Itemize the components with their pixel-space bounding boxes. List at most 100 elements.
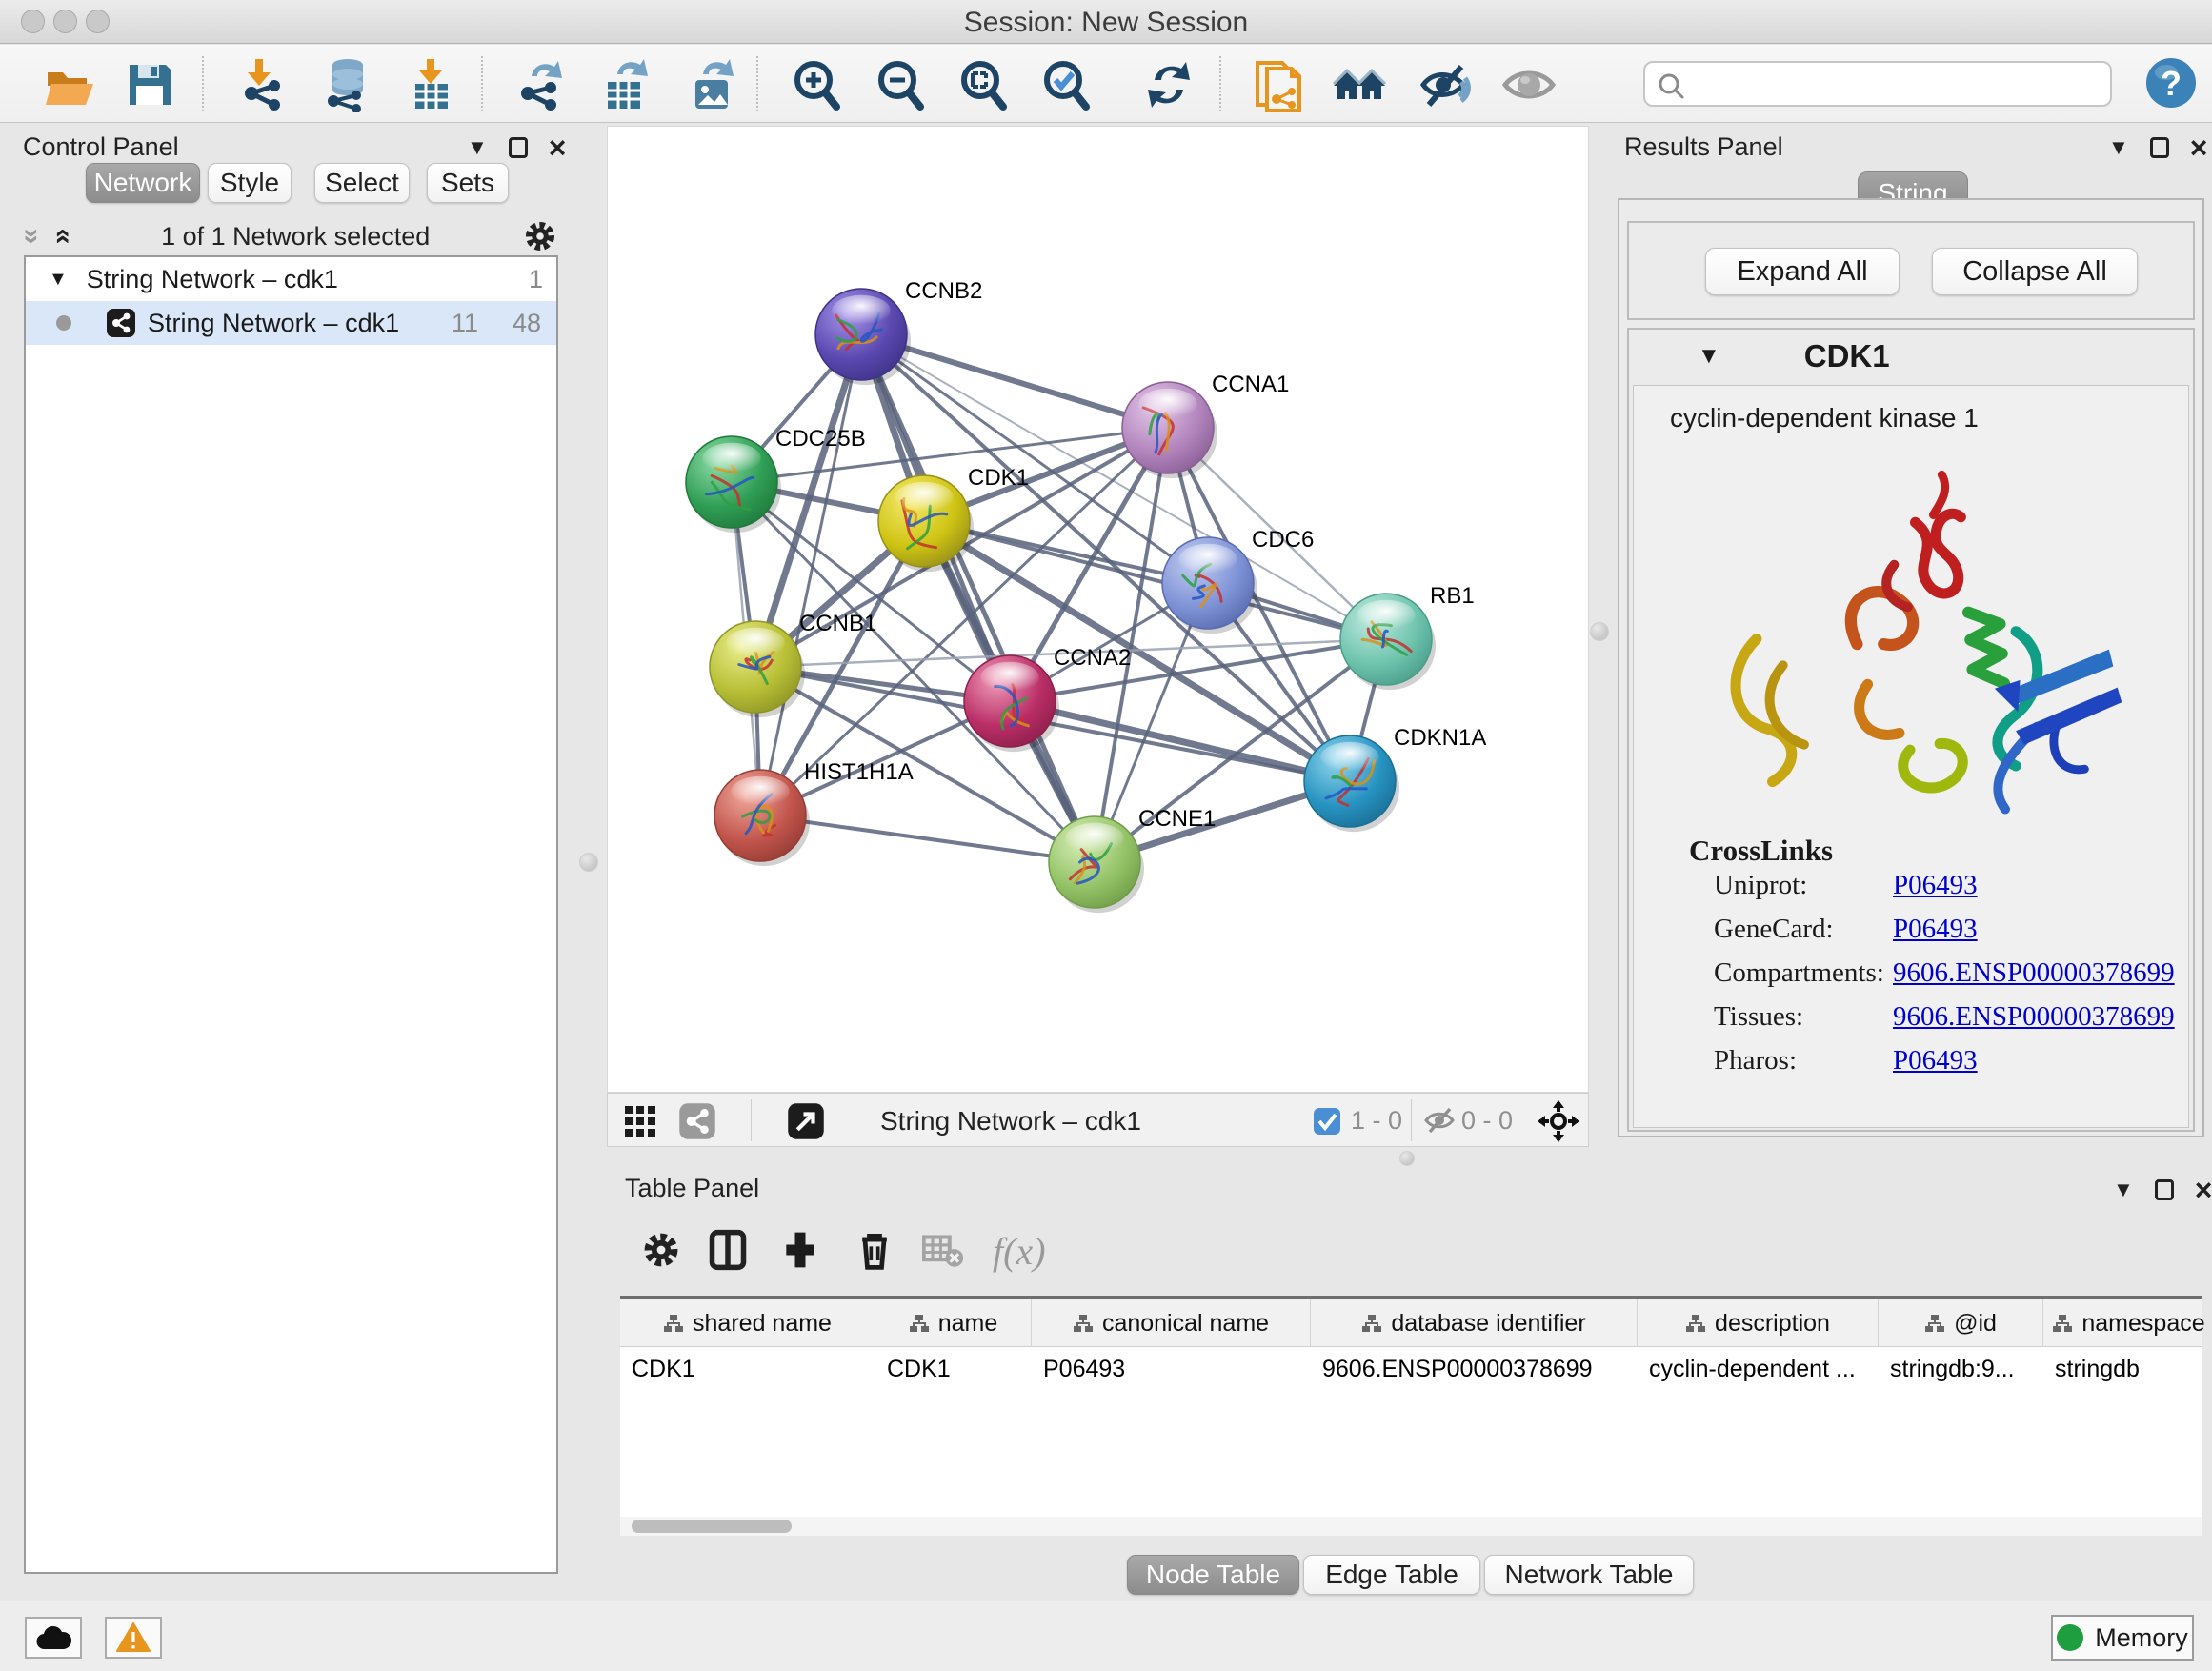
network-collection-row[interactable]: ▼ String Network – cdk1 1 xyxy=(26,257,556,301)
right-splitter-handle[interactable] xyxy=(1590,622,1609,641)
network-selected-status: 1 of 1 Network selected xyxy=(69,222,522,252)
export-image-icon[interactable] xyxy=(686,57,741,112)
column-header-description[interactable]: description xyxy=(1638,1299,1879,1347)
network-node-CCNA2 xyxy=(964,655,1059,752)
results-panel-float-icon[interactable] xyxy=(2150,137,2169,158)
zoom-out-icon[interactable] xyxy=(873,57,928,112)
left-splitter-handle[interactable] xyxy=(579,853,598,872)
column-header-name[interactable]: name xyxy=(875,1299,1032,1347)
expand-all-networks-icon[interactable]: » xyxy=(45,229,77,245)
column-header-namespace[interactable]: namespace xyxy=(2043,1299,2212,1347)
show-graphics-eye-icon[interactable] xyxy=(1501,57,1557,112)
table-cell[interactable]: cyclin-dependent ... xyxy=(1638,1347,1879,1391)
node-table[interactable]: shared namenamecanonical namedatabase id… xyxy=(620,1296,2202,1536)
table-options-gear-icon[interactable] xyxy=(640,1227,682,1273)
save-session-icon[interactable] xyxy=(122,57,177,112)
tab-sets[interactable]: Sets xyxy=(427,163,509,203)
show-columns-icon[interactable] xyxy=(707,1227,749,1273)
string-document-icon[interactable] xyxy=(1254,57,1309,112)
export-network-icon[interactable] xyxy=(513,57,568,112)
column-type-icon xyxy=(663,1313,684,1334)
import-network-file-icon[interactable] xyxy=(234,57,290,112)
crosslink-label: Pharos: xyxy=(1714,1045,1797,1076)
memory-button[interactable]: Memory xyxy=(2051,1615,2194,1661)
tab-select[interactable]: Select xyxy=(314,163,410,203)
search-input[interactable] xyxy=(1697,65,2097,103)
table-cell[interactable]: stringdb xyxy=(2043,1347,2212,1391)
network-canvas[interactable]: CCNB2CCNA1CDC25BCDK1CDC6RB1CCNB1CCNA2CDK… xyxy=(607,126,1589,1093)
string-home-icon[interactable] xyxy=(1332,57,1387,112)
refresh-icon[interactable] xyxy=(1141,57,1196,112)
toolbar-separator xyxy=(1411,1099,1412,1141)
import-table-icon[interactable] xyxy=(404,57,459,112)
scrollbar-thumb[interactable] xyxy=(632,1520,792,1533)
selected-checkbox-icon[interactable] xyxy=(1313,1107,1341,1136)
tab-edge-table[interactable]: Edge Table xyxy=(1303,1555,1480,1595)
crosslink-link[interactable]: P06493 xyxy=(1893,1045,1978,1077)
network-options-gear-icon[interactable] xyxy=(522,218,558,254)
crosslink-link[interactable]: 9606.ENSP00000378699 xyxy=(1893,1001,2175,1033)
crosslink-label: Uniprot: xyxy=(1714,870,1807,900)
table-cell[interactable]: stringdb:9... xyxy=(1879,1347,2043,1391)
crosslink-link[interactable]: P06493 xyxy=(1893,870,1978,901)
string-network-graph[interactable]: CCNB2CCNA1CDC25BCDK1CDC6RB1CCNB1CCNA2CDK… xyxy=(608,127,1588,1092)
birds-eye-grid-icon[interactable] xyxy=(623,1104,657,1138)
crosslink-row: Tissues:9606.ENSP00000378699 xyxy=(1714,1001,2171,1045)
open-in-window-icon[interactable] xyxy=(787,1102,825,1140)
network-row[interactable]: String Network – cdk1 11 48 xyxy=(26,301,556,345)
column-type-icon xyxy=(2052,1313,2073,1334)
gene-collapse-icon[interactable]: ▼ xyxy=(1698,343,1720,370)
delete-table-icon[interactable] xyxy=(922,1227,964,1273)
search-box[interactable] xyxy=(1643,61,2112,107)
cloud-button[interactable] xyxy=(25,1617,82,1659)
column-header--id[interactable]: @id xyxy=(1879,1299,2043,1347)
control-panel-float-icon[interactable] xyxy=(509,137,528,158)
tab-network-table[interactable]: Network Table xyxy=(1484,1555,1694,1595)
tab-style[interactable]: Style xyxy=(208,163,292,203)
zoom-selected-icon[interactable] xyxy=(1038,57,1094,112)
control-panel-close-icon[interactable]: × xyxy=(549,137,567,158)
selected-count: 1 - 0 xyxy=(1351,1106,1402,1136)
table-cell[interactable]: P06493 xyxy=(1032,1347,1311,1391)
add-column-icon[interactable] xyxy=(779,1227,821,1273)
crosslink-link[interactable]: 9606.ENSP00000378699 xyxy=(1893,957,2175,989)
tab-network[interactable]: Network xyxy=(86,163,200,203)
results-panel-close-icon[interactable]: × xyxy=(2190,137,2208,158)
import-network-database-icon[interactable] xyxy=(320,57,375,112)
zoom-fit-icon[interactable] xyxy=(955,57,1011,112)
warning-button[interactable] xyxy=(105,1617,162,1659)
function-builder-fx[interactable]: f(x) xyxy=(993,1229,1046,1274)
crosslink-link[interactable]: P06493 xyxy=(1893,914,1978,945)
help-icon[interactable]: ? xyxy=(2145,57,2197,109)
results-panel-menu-icon[interactable]: ▼ xyxy=(2108,135,2129,160)
table-panel-close-icon[interactable]: × xyxy=(2195,1179,2212,1200)
table-cell[interactable]: 9606.ENSP00000378699 xyxy=(1311,1347,1638,1391)
network-share-icon[interactable] xyxy=(678,1102,716,1140)
tab-node-table[interactable]: Node Table xyxy=(1127,1555,1299,1595)
bottom-splitter-handle[interactable] xyxy=(1399,1151,1415,1166)
string-network-icon xyxy=(106,308,136,338)
export-table-icon[interactable] xyxy=(598,57,654,112)
zoom-in-icon[interactable] xyxy=(789,57,844,112)
collection-expand-icon[interactable]: ▼ xyxy=(49,269,68,291)
column-header-shared-name[interactable]: shared name xyxy=(620,1299,875,1347)
table-panel-float-icon[interactable] xyxy=(2155,1179,2174,1200)
column-header-canonical-name[interactable]: canonical name xyxy=(1032,1299,1311,1347)
table-horizontal-scrollbar[interactable] xyxy=(620,1517,2202,1536)
column-header-database-identifier[interactable]: database identifier xyxy=(1311,1299,1638,1347)
column-type-icon xyxy=(1685,1313,1706,1334)
collapse-all-button[interactable]: Collapse All xyxy=(1932,248,2138,295)
collapse-all-networks-icon[interactable]: » xyxy=(15,229,48,245)
expand-all-button[interactable]: Expand All xyxy=(1705,248,1900,295)
open-session-icon[interactable] xyxy=(42,57,97,112)
gene-section-header[interactable]: ▼ CDK1 xyxy=(1629,330,2193,383)
table-panel-menu-icon[interactable]: ▼ xyxy=(2113,1178,2134,1202)
delete-column-icon[interactable] xyxy=(854,1227,895,1273)
table-cell[interactable]: CDK1 xyxy=(875,1347,1032,1391)
status-bar: Memory xyxy=(0,1601,2212,1671)
control-panel-menu-icon[interactable]: ▼ xyxy=(467,135,488,160)
cloud-icon xyxy=(35,1624,71,1651)
hide-glass-eye-icon[interactable] xyxy=(1418,57,1473,112)
table-cell[interactable]: CDK1 xyxy=(620,1347,875,1391)
pan-crosshair-icon[interactable] xyxy=(1538,1100,1579,1142)
